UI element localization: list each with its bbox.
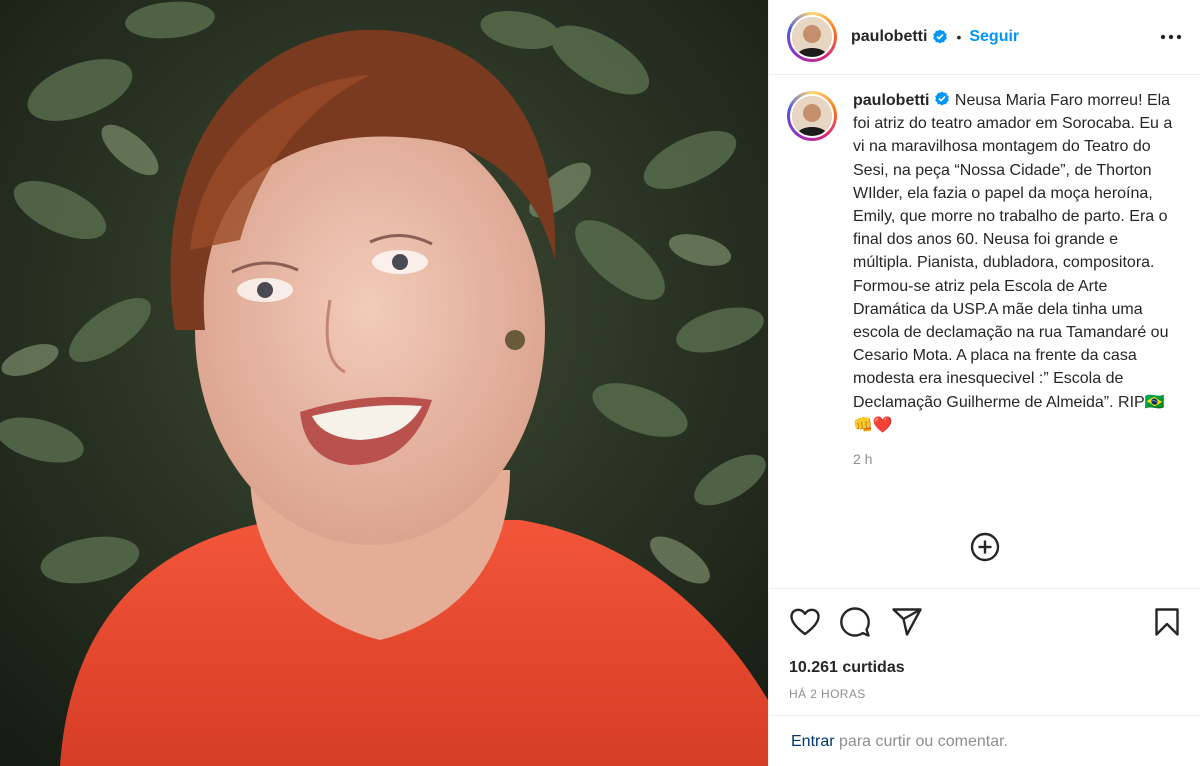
avatar-image (792, 96, 832, 136)
login-prompt: Entrar para curtir ou comentar. (769, 715, 1200, 766)
post-time-ago[interactable]: HÁ 2 HORAS (789, 687, 866, 701)
actions-section: 10.261 curtidas HÁ 2 HORAS Entrar para c… (769, 588, 1200, 766)
follow-button[interactable]: Seguir (969, 28, 1019, 46)
caption-timestamp: 2 h (853, 451, 873, 468)
action-bar (789, 606, 1183, 640)
instagram-post: paulobetti • Seguir paulobetti Neusa Mar… (0, 0, 1200, 766)
more-options-icon[interactable] (1158, 24, 1184, 50)
portrait-image (0, 0, 768, 766)
post-header: paulobetti • Seguir (769, 0, 1200, 75)
login-prompt-text: para curtir ou comentar. (834, 733, 1008, 750)
add-comment-plus-icon[interactable] (968, 530, 1002, 564)
share-paper-plane-icon[interactable] (891, 606, 923, 638)
avatar-image (792, 17, 832, 57)
likes-count[interactable]: 10.261 curtidas (789, 659, 905, 677)
profile-avatar[interactable] (787, 12, 837, 62)
verified-badge-icon (933, 29, 948, 44)
caption-username[interactable]: paulobetti (853, 92, 929, 109)
verified-badge-icon (935, 91, 950, 106)
caption: paulobetti Neusa Maria Faro morreu! Ela … (787, 91, 1184, 437)
caption-body: Neusa Maria Faro morreu! Ela foi atriz d… (853, 92, 1173, 411)
post-photo[interactable] (0, 0, 768, 766)
separator-dot: • (956, 29, 962, 45)
header-username[interactable]: paulobetti (851, 28, 927, 46)
comment-bubble-icon[interactable] (839, 606, 871, 638)
caption-avatar[interactable] (787, 91, 837, 141)
post-sidebar: paulobetti • Seguir paulobetti Neusa Mar… (768, 0, 1200, 766)
like-heart-icon[interactable] (789, 606, 821, 638)
comments-area: paulobetti Neusa Maria Faro morreu! Ela … (769, 75, 1200, 588)
caption-text: paulobetti Neusa Maria Faro morreu! Ela … (853, 89, 1173, 437)
login-link[interactable]: Entrar (791, 733, 835, 750)
save-bookmark-icon[interactable] (1151, 606, 1183, 638)
